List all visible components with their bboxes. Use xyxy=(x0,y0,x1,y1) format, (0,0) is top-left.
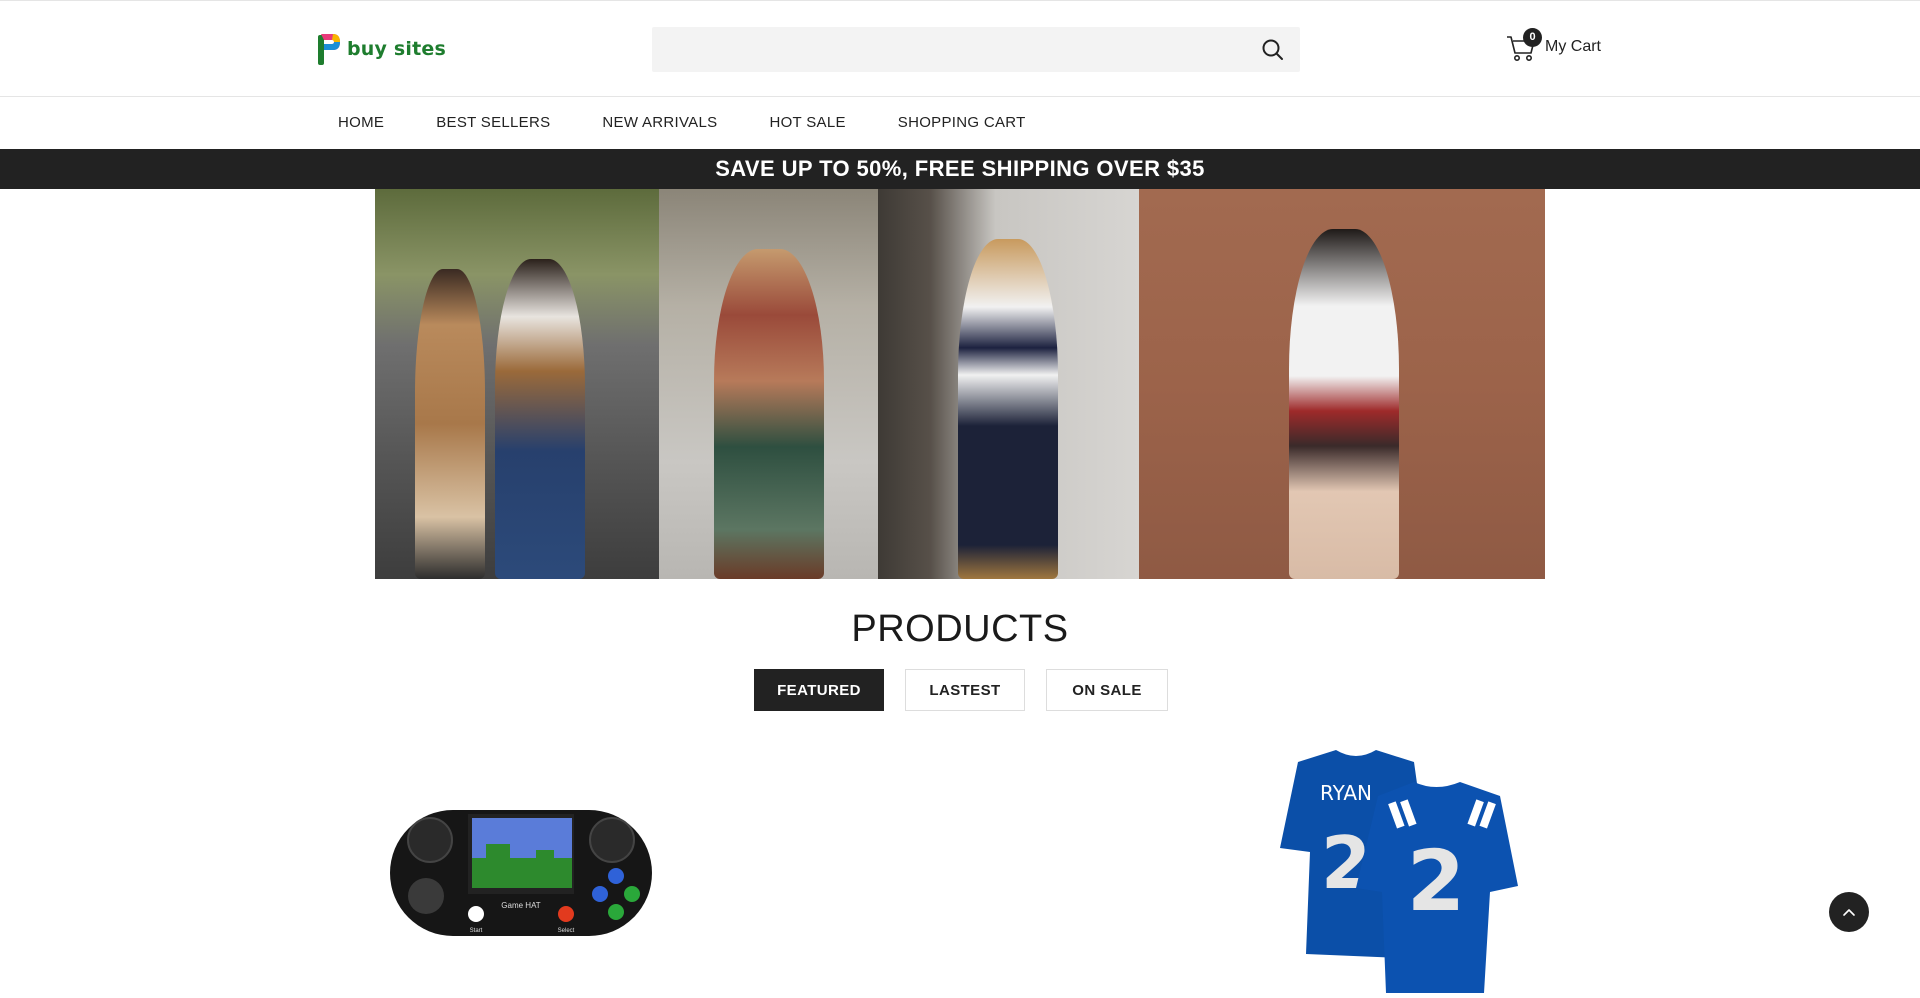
site-logo[interactable]: buy sites xyxy=(316,31,446,67)
nav-item-new-arrivals[interactable]: NEW ARRIVALS xyxy=(602,114,717,131)
cart-label: My Cart xyxy=(1545,38,1601,55)
product-card-game-hat[interactable]: Game HAT Start Select xyxy=(388,800,654,940)
banner-photo-3 xyxy=(878,189,1139,579)
console-start-label: Start xyxy=(470,928,483,934)
chevron-up-icon xyxy=(1843,909,1855,916)
logo-text: buy sites xyxy=(347,38,447,60)
nav-item-home[interactable]: HOME xyxy=(338,114,384,131)
product-tabs: FEATURED LASTEST ON SALE xyxy=(754,669,1168,711)
tab-lastest[interactable]: LASTEST xyxy=(905,669,1025,711)
console-select-label: Select xyxy=(558,928,575,934)
site-header: buy sites 0 My Cart xyxy=(0,0,1920,97)
back-to-top-button[interactable] xyxy=(1829,892,1869,932)
main-nav: HOME BEST SELLERS NEW ARRIVALS HOT SALE … xyxy=(0,97,1920,149)
nav-item-best-sellers[interactable]: BEST SELLERS xyxy=(436,114,550,131)
cart-icon: 0 xyxy=(1505,28,1542,63)
nav-item-shopping-cart[interactable]: SHOPPING CART xyxy=(898,114,1026,131)
jersey-front-number: 2 xyxy=(1407,832,1465,930)
product-image-jersey: RYAN 2 2 xyxy=(1280,750,1518,993)
search-bar xyxy=(652,27,1300,72)
product-card-jersey[interactable]: RYAN 2 2 xyxy=(1276,748,1521,993)
products-title: PRODUCTS xyxy=(851,608,1069,650)
promo-banner: SAVE UP TO 50%, FREE SHIPPING OVER $35 xyxy=(0,149,1920,189)
banner-photo-1 xyxy=(375,189,659,579)
product-image-game-console: Game HAT Start Select xyxy=(390,810,652,936)
cart-count-badge: 0 xyxy=(1523,28,1542,47)
hero-banner[interactable] xyxy=(375,189,1545,579)
banner-photo-4 xyxy=(1139,189,1545,579)
cart-button[interactable]: 0 My Cart xyxy=(1505,28,1601,63)
tab-featured[interactable]: FEATURED xyxy=(754,669,884,711)
console-screen-label: Game HAT xyxy=(501,901,541,910)
search-icon[interactable] xyxy=(1260,37,1286,63)
jersey-name-text: RYAN xyxy=(1320,781,1372,805)
tab-on-sale[interactable]: ON SALE xyxy=(1046,669,1168,711)
banner-photo-2 xyxy=(659,189,878,579)
nav-item-hot-sale[interactable]: HOT SALE xyxy=(769,114,845,131)
logo-mark-icon xyxy=(316,31,342,67)
search-input[interactable] xyxy=(652,27,1300,72)
